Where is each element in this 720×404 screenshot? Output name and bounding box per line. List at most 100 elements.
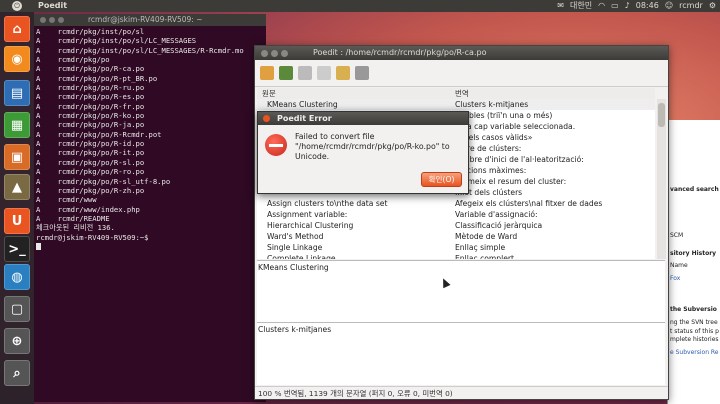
row-translation: Variable d'assignació: [455, 210, 538, 219]
poedit-toolbar [255, 60, 668, 87]
terminal-cursor [36, 243, 41, 251]
terminal-line: A rcmdr/pkg/po/R-id.po [36, 139, 145, 149]
table-row[interactable]: Single Linkage Enllaç simple [257, 242, 655, 253]
row-source: Complete Linkage [267, 254, 336, 259]
active-app-title: Poedit [38, 1, 68, 10]
row-translation: ...iables (triï'n una o més) [455, 111, 553, 120]
minimize-icon[interactable] [49, 17, 55, 23]
browser-text: the Subversio [670, 306, 717, 313]
row-source: KMeans Clustering [267, 100, 338, 109]
row-translation: Classificació jeràrquica [455, 221, 543, 230]
close-icon[interactable] [40, 17, 46, 23]
row-translation: Clusters k-mitjanes [455, 100, 529, 109]
home-folder-icon[interactable]: ⌂ [4, 16, 30, 42]
terminal-line: A rcmdr/pkg/po/R-ca.po [36, 64, 145, 74]
list-scrollbar[interactable] [657, 99, 666, 259]
table-row[interactable]: Complete Linkage Enllaç complert [257, 253, 655, 259]
table-row[interactable]: Ward's Method Mètode de Ward [257, 231, 655, 242]
close-icon[interactable] [263, 115, 270, 122]
minimize-icon[interactable] [271, 50, 278, 57]
save-icon[interactable] [279, 66, 293, 80]
zoom-icon[interactable]: ⊕ [4, 328, 30, 354]
firefox-icon[interactable]: ◉ [4, 46, 30, 72]
terminal-line: rcmdr@jskim-RV409-RV509:~$ [36, 232, 153, 242]
terminal-line: A rcmdr/pkg/po/R-zh.po [36, 185, 145, 195]
battery-icon[interactable]: ▭ [611, 0, 619, 12]
terminal-line: A rcmdr/pkg/inst/po/sl/LC_MESSAGES/R-Rcm… [36, 45, 244, 55]
row-source: Assignment variable: [267, 210, 348, 219]
scroll-thumb[interactable] [658, 103, 665, 127]
impress-icon[interactable]: ▣ [4, 144, 30, 170]
table-row[interactable]: Assign clusters to\nthe data set Afegeix … [257, 198, 655, 209]
dialog-title: Poedit Error [277, 114, 332, 123]
poedit-titlebar[interactable]: Poedit : /home/rcmdr/rcmdr/pkg/po/R-ca.p… [255, 46, 668, 60]
table-row[interactable]: Hierarchical Clustering Classificació jer… [257, 220, 655, 231]
power-icon[interactable]: ⏻ [12, 1, 22, 11]
catalog-settings-icon[interactable] [355, 66, 369, 80]
software-center-icon[interactable]: ▲ [4, 174, 30, 200]
column-source[interactable]: 원문 [262, 88, 276, 99]
globe-icon[interactable]: ◍ [4, 264, 30, 290]
search-icon[interactable]: ⌕ [4, 360, 30, 386]
mail-icon[interactable]: ✉ [557, 0, 564, 12]
terminal-line: A rcmdr/pkg/po/R-sl.po [36, 157, 145, 167]
wifi-icon[interactable]: ◠ [598, 0, 605, 12]
status-bar: 100 % 번역됨, 1139 개의 문자열 (퍼지 0, 오류 0, 미번역 … [255, 386, 668, 399]
open-icon[interactable] [260, 66, 274, 80]
poedit-title: Poedit : /home/rcmdr/rcmdr/pkg/po/R-ca.p… [313, 48, 487, 57]
dialog-titlebar[interactable]: Poedit Error [258, 112, 468, 125]
terminal-line: A rcmdr/pkg/po/R-ja.po [36, 120, 145, 130]
terminal-line: A rcmdr/pkg/po [36, 55, 110, 65]
ubuntu-one-icon[interactable]: U [4, 208, 30, 234]
row-translation: ...mbre d'inici de l'al·leatorització: [455, 155, 584, 164]
error-dialog[interactable]: Poedit Error Failed to convert file "/ho… [257, 111, 469, 194]
user-icon[interactable]: ☺ [665, 0, 673, 12]
ok-button[interactable]: 확인(O) [421, 172, 462, 187]
browser-text: Fox [670, 275, 681, 282]
terminal-line: A rcmdr/pkg/po/R-Rcmdr.pot [36, 129, 162, 139]
terminal-line: A rcmdr/pkg/po/R-ko.po [36, 111, 145, 121]
terminal-window[interactable]: rcmdr@jskim-RV409-RV509: ~ A rcmdr/pkg/i… [34, 14, 266, 402]
translation-edit-pane[interactable]: Clusters k-mitjanes [257, 322, 665, 385]
maximize-icon[interactable] [281, 50, 288, 57]
workspace-switcher-icon[interactable]: ▢ [4, 296, 30, 322]
update-icon[interactable] [298, 66, 312, 80]
calc-icon[interactable]: ▦ [4, 112, 30, 138]
top-panel: ⏻ Poedit ✉ 대한민 ◠ ▭ ♪ 08:46 ☺ rcmdr ⚙ [0, 0, 720, 12]
column-translation[interactable]: 번역 [455, 88, 469, 99]
terminal-title: rcmdr@jskim-RV409-RV509: ~ [88, 15, 203, 24]
terminal-line: 체크아웃된 리비전 136. [36, 223, 115, 233]
terminal-line: A rcmdr/www/index.php [36, 204, 140, 214]
validate-icon[interactable] [317, 66, 331, 80]
browser-text: SCM [670, 232, 684, 239]
browser-text: vanced search [670, 186, 719, 193]
user-name[interactable]: rcmdr [679, 0, 703, 12]
table-row[interactable]: KMeans Clustering Clusters k-mitjanes [257, 99, 655, 110]
table-row[interactable]: Assignment variable: Variable d'assignaci… [257, 209, 655, 220]
keyboard-layout-indicator[interactable]: 대한민 [570, 0, 592, 12]
terminal-line: A rcmdr/www [36, 195, 97, 205]
terminal-output: A rcmdr/pkg/inst/po/sl A rcmdr/pkg/inst/p… [34, 26, 266, 252]
launcher: ⌂ ◉ ▤ ▦ ▣ ▲ U >_ ◍ ▢ ⊕ ⌕ [0, 12, 34, 404]
row-source: Hierarchical Clustering [267, 221, 354, 230]
writer-icon[interactable]: ▤ [4, 80, 30, 106]
terminal-line: A rcmdr/pkg/po/R-it.po [36, 148, 145, 158]
row-translation: Enllaç complert [455, 254, 514, 259]
maximize-icon[interactable] [58, 17, 64, 23]
terminal-line: A rcmdr/pkg/po/R-fr.po [36, 101, 145, 111]
browser-text: Name [670, 262, 688, 269]
clock[interactable]: 08:46 [636, 0, 659, 12]
browser-text: t status of this p [670, 328, 719, 335]
terminal-line: A rcmdr/README [36, 213, 110, 223]
terminal-line: A rcmdr/pkg/po/R-ro.po [36, 167, 145, 177]
terminal-titlebar[interactable]: rcmdr@jskim-RV409-RV509: ~ [34, 14, 266, 26]
browser-text: mplete histories [670, 336, 719, 343]
close-icon[interactable] [261, 50, 268, 57]
volume-icon[interactable]: ♪ [625, 0, 630, 12]
row-translation: Enllaç simple [455, 243, 506, 252]
terminal-icon[interactable]: >_ [4, 236, 30, 262]
edit-comment-icon[interactable] [336, 66, 350, 80]
settings-gear-icon[interactable]: ⚙ [709, 0, 716, 12]
browser-window[interactable]: vanced search SCM sitory History Name Fox the… [667, 120, 720, 404]
poedit-window[interactable]: Poedit : /home/rcmdr/rcmdr/pkg/po/R-ca.p… [254, 45, 669, 400]
